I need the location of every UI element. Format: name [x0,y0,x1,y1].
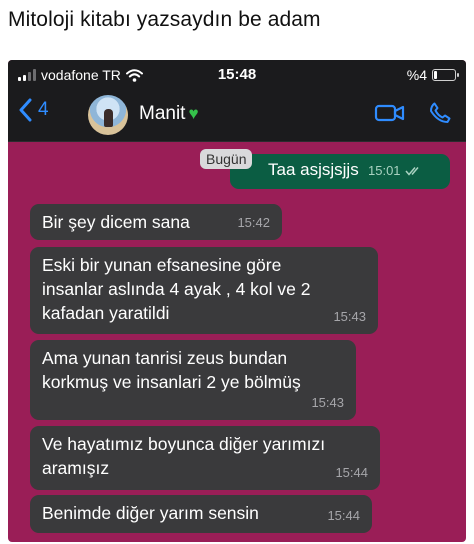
call-actions [374,101,452,125]
green-heart-icon: ♥ [188,104,199,123]
message-line: aramışız [42,458,110,478]
video-call-icon[interactable] [374,103,406,123]
sent-message-text: Taa asjsjsjjs [268,160,359,179]
message-line: Ve hayatımız boyunca diğer yarımızı [42,434,326,454]
message-line: kafadan yaratildi [42,303,170,323]
read-check-icon [404,166,419,176]
message-time: 15:44 [335,465,368,480]
chat-header: 4 Manit ♥ [8,88,466,142]
sent-message[interactable]: Taa asjsjsjjs 15:01 [230,154,450,189]
status-time: 15:48 [217,66,257,83]
message-bubble[interactable]: Bir şey dicem sana 15:42 [30,204,282,240]
message-bubble[interactable]: Ama yunan tanrisi zeus bundan korkmuş ve… [30,340,356,420]
message-time: 15:42 [237,215,270,230]
message-bubble[interactable]: Eski bir yunan efsanesine göre insanlar … [30,247,378,334]
unread-count: 4 [38,99,49,120]
battery-icon [432,69,459,81]
chevron-left-icon [19,98,32,122]
back-button[interactable]: 4 [18,98,49,122]
message-time: 15:43 [311,395,344,410]
message-bubble[interactable]: Benimde diğer yarım sensin 15:44 [30,495,372,533]
message-line: Benimde diğer yarım sensin [42,503,259,523]
message-time: 15:44 [327,508,360,523]
meme-caption: Mitoloji kitabı yazsaydın be adam [8,8,321,31]
phone-screenshot: vodafone TR 15:48 %4 4 Manit ♥ Taa asjsj… [8,60,466,542]
message-list[interactable]: Taa asjsjsjjs 15:01 Bugün Bir şey dicem … [8,142,466,542]
message-bubble[interactable]: Ve hayatımız boyunca diğer yarımızı aram… [30,426,380,490]
sent-message-meta: 15:01 [368,163,423,178]
message-line: korkmuş ve insanlari 2 ye bölmüş [42,372,301,392]
sent-message-time: 15:01 [368,163,401,178]
battery-percent: %4 [406,67,427,83]
status-right: %4 [406,67,459,83]
day-separator: Bugün [200,149,253,169]
contact-name-button[interactable]: Manit ♥ [139,103,199,125]
message-line: Ama yunan tanrisi zeus bundan [42,348,288,368]
message-time: 15:43 [333,309,366,324]
message-line: insanlar aslında 4 ayak , 4 kol ve 2 [42,279,311,299]
message-line: Eski bir yunan efsanesine göre [42,255,282,275]
contact-name: Manit [139,103,186,124]
avatar[interactable] [88,95,128,135]
message-line: Bir şey dicem sana [42,212,190,232]
phone-call-icon[interactable] [428,101,452,125]
status-bar: vodafone TR 15:48 %4 [8,60,466,88]
